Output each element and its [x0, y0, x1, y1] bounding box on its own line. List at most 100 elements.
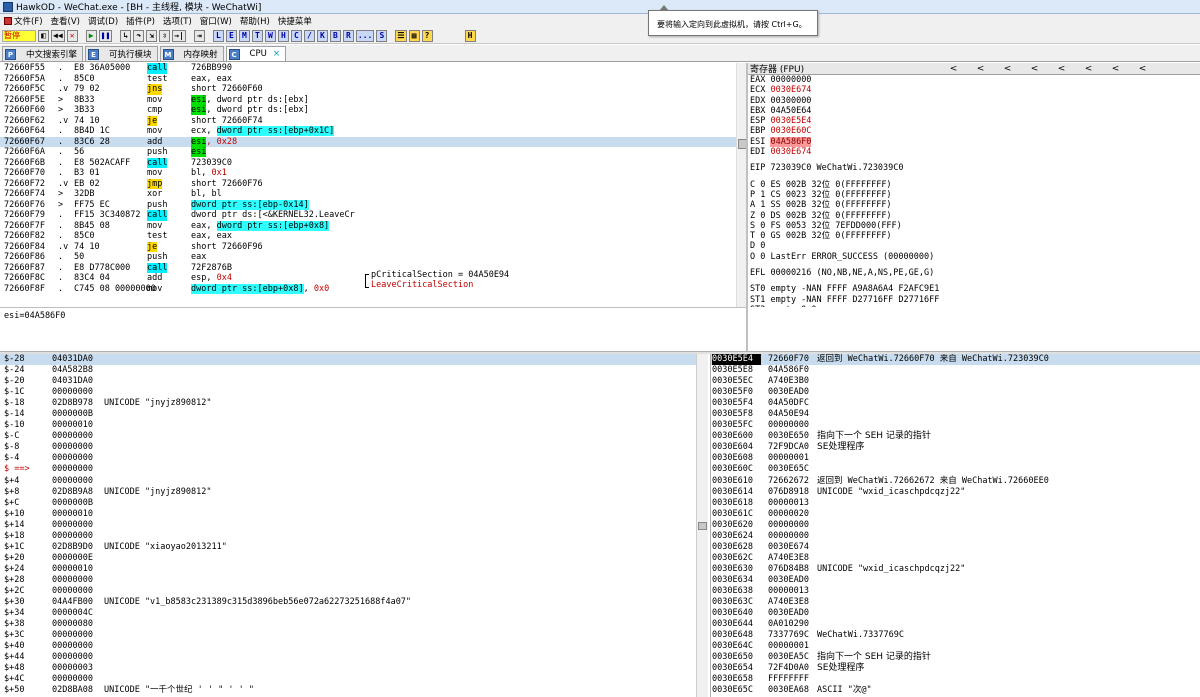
stack-row[interactable]: 0030E634 0030EAD0	[711, 575, 1200, 586]
locals-row[interactable]: $+4 00000000	[0, 476, 708, 487]
toolbar-window-button[interactable]: T	[251, 29, 263, 42]
toolbar-window-button[interactable]: B	[329, 29, 341, 42]
close-icon[interactable]: ✕	[66, 29, 78, 42]
toolbar-window-button[interactable]: R	[342, 29, 354, 42]
locals-row[interactable]: $+44 00000000	[0, 652, 708, 663]
stack-row[interactable]: 0030E654 72F4D0A0 SE处理程序	[711, 663, 1200, 674]
stack-row[interactable]: 0030E610 72662672 返回到 WeChatWi.72662672 来自…	[711, 476, 1200, 487]
register-row[interactable]: EBX 04A50E64	[748, 106, 1200, 116]
flag-row[interactable]: S 0 FS 0053 32位 7EFDD000(FFF)	[748, 221, 1200, 231]
disasm-row[interactable]: 72660F60 >3B33 cmp esi, dword ptr ds:[ebx]	[0, 105, 746, 116]
registers-nav-arrow[interactable]: <	[1075, 64, 1102, 74]
menu-item[interactable]: 选项(T)	[163, 15, 192, 27]
stack-row[interactable]: 0030E644 0A010290	[711, 619, 1200, 630]
registers-nav-arrow[interactable]: <	[1102, 64, 1129, 74]
locals-pane[interactable]: $-28 04031DA0 $-24 04A582B8 $-20 04031DA0 $-1C…	[0, 354, 708, 697]
locals-row[interactable]: $-4 00000000	[0, 453, 708, 464]
locals-row[interactable]: $+48 00000003	[0, 663, 708, 674]
register-row[interactable]: EAX 00000000	[748, 75, 1200, 85]
stack-row[interactable]: 0030E5FC 00000000	[711, 420, 1200, 431]
registers-nav-arrow[interactable]: <	[1021, 64, 1048, 74]
flag-row[interactable]: O 0 LastErr ERROR_SUCCESS (00000000)	[748, 252, 1200, 262]
registers-nav-arrow[interactable]: <	[967, 64, 994, 74]
fpu-row[interactable]: ST2 empty 0.0	[748, 305, 1200, 307]
menu-item[interactable]: 查看(V)	[51, 15, 80, 27]
open-icon[interactable]: ◧	[38, 29, 49, 42]
stack-row[interactable]: 0030E640 0030EAD0	[711, 608, 1200, 619]
locals-row[interactable]: $-18 02D8B978 UNICODE "jnyjz890812"	[0, 398, 708, 409]
locals-row[interactable]: $+3C 00000000	[0, 630, 708, 641]
stack-row[interactable]: 0030E5E4 72660F70 返回到 WeChatWi.72660F70 来自…	[711, 354, 1200, 366]
stack-row[interactable]: 0030E614 076D8918 UNICODE "wxid_icaschpdcq…	[711, 487, 1200, 498]
stack-row[interactable]: 0030E62C A740E3E8	[711, 553, 1200, 564]
disasm-row[interactable]: 72660F5E >8B33 mov esi, dword ptr ds:[ebx]	[0, 94, 746, 106]
stack-row[interactable]: 0030E64C 00000001	[711, 641, 1200, 652]
disasm-row[interactable]: 72660F5A. 85C0 test eax, eax	[0, 74, 746, 85]
disasm-row[interactable]: 72660F67. 83C6 28 add esi, 0x28	[0, 136, 746, 147]
flag-row[interactable]: D 0	[748, 241, 1200, 251]
disasm-row[interactable]: 72660F6B. E8 502ACAFF call 723039C0	[0, 157, 746, 168]
toolbar-window-button[interactable]: ...	[355, 29, 375, 42]
stack-row[interactable]: 0030E624 00000000	[711, 531, 1200, 542]
locals-row[interactable]: $+14 00000000	[0, 520, 708, 531]
eip-register[interactable]: EIP 723039C0 WeChatWi.723039C0	[748, 163, 1200, 173]
menu-item[interactable]: 帮助(H)	[240, 15, 270, 27]
stack-row[interactable]: 0030E628 0030E674	[711, 542, 1200, 553]
restart-icon[interactable]: ◀◀	[51, 29, 65, 42]
goto-icon[interactable]: ⇥	[193, 29, 205, 42]
stack-row[interactable]: 0030E630 076D84B8 UNICODE "wxid_icaschpdcq…	[711, 564, 1200, 575]
flag-row[interactable]: Z 0 DS 002B 32位 0(FFFFFFFF)	[748, 211, 1200, 221]
disasm-row[interactable]: 72660F79. FF15 3C340872 call dword ptr ds:[…	[0, 210, 746, 221]
register-row[interactable]: EDI 0030E674	[748, 147, 1200, 157]
efl-register[interactable]: EFL 00000216 (NO,NB,NE,A,NS,PE,GE,G)	[748, 268, 1200, 278]
locals-row[interactable]: $+30 04A4FB00 UNICODE "v1_b8583c231389c315…	[0, 597, 708, 608]
register-row[interactable]: EDX 00300000	[748, 96, 1200, 106]
locals-row[interactable]: $-28 04031DA0	[0, 354, 708, 366]
toolbar-window-button[interactable]: H	[277, 29, 289, 42]
tab-item[interactable]: M 内存映射	[159, 46, 224, 61]
locals-row[interactable]: $-24 04A582B8	[0, 365, 708, 376]
stack-row[interactable]: 0030E61C 00000020	[711, 509, 1200, 520]
locals-row[interactable]: $-1C 00000000	[0, 387, 708, 398]
scrollbar-thumb[interactable]	[698, 522, 707, 530]
stack-row[interactable]: 0030E608 00000001	[711, 453, 1200, 464]
toolbar-window-button[interactable]: L	[212, 29, 224, 42]
stack-row[interactable]: 0030E5F8 04A50E94	[711, 409, 1200, 420]
register-row[interactable]: ESI 04A586F0	[748, 136, 1200, 147]
menu-item[interactable]: 快捷菜单	[278, 15, 312, 27]
disasm-row[interactable]: 72660F86. 50 push eax	[0, 252, 746, 263]
toolbar-window-button[interactable]: S	[376, 29, 388, 42]
disasm-row[interactable]: 72660F74 >32DB xor bl, bl	[0, 189, 746, 200]
registers-pane[interactable]: 寄存器 (FPU) < < < < < < < < EAX 00000000 ECX 0030E…	[748, 63, 1200, 307]
locals-row[interactable]: $+C 0000000B	[0, 498, 708, 509]
stack-row[interactable]: 0030E65C 0030EA68 ASCII "次@"	[711, 685, 1200, 696]
locals-row[interactable]: $-C 00000000	[0, 431, 708, 442]
register-row[interactable]: ESP 0030E5E4	[748, 116, 1200, 126]
locals-row[interactable]: $-8 00000000	[0, 442, 708, 453]
disasm-row[interactable]: 72660F62 .v 74 10 je short 72660F74	[0, 115, 746, 126]
stack-row[interactable]: 0030E658 FFFFFFFF	[711, 674, 1200, 685]
fpu-row[interactable]: ST0 empty -NAN FFFF A9A8A6A4 F2AFC9E1	[748, 284, 1200, 294]
register-row[interactable]: EBP 0030E60C	[748, 126, 1200, 136]
flag-row[interactable]: C 0 ES 002B 32位 0(FFFFFFFF)	[748, 180, 1200, 190]
toolbar-window-button[interactable]: M	[238, 29, 250, 42]
locals-row[interactable]: $-14 0000000B	[0, 409, 708, 420]
locals-row[interactable]: $-10 00000010	[0, 420, 708, 431]
grid-icon[interactable]: ▦	[408, 29, 420, 42]
trace-into-icon[interactable]: ⇲	[146, 29, 158, 42]
locals-row[interactable]: $+4C 00000000	[0, 674, 708, 685]
stack-row[interactable]: 0030E5EC A740E3B0	[711, 376, 1200, 387]
locals-scrollbar[interactable]	[696, 354, 708, 697]
registers-nav-arrow[interactable]: <	[994, 64, 1021, 74]
flag-row[interactable]: P 1 CS 0023 32位 0(FFFFFFFF)	[748, 190, 1200, 200]
step-into-icon[interactable]: ↳	[120, 29, 132, 42]
pause-icon[interactable]: ❚❚	[98, 29, 113, 42]
stack-row[interactable]: 0030E604 72F9DCA0 SE处理程序	[711, 442, 1200, 453]
registers-nav-arrow[interactable]: <	[1129, 64, 1156, 74]
tab-item[interactable]: C CPU ×	[225, 46, 286, 61]
locals-row[interactable]: $ ==> 00000000	[0, 464, 708, 475]
disasm-row[interactable]: 72660F6A. 56 push esi	[0, 147, 746, 158]
step-over-icon[interactable]: ↷	[133, 29, 145, 42]
disasm-row[interactable]: 72660F76 > FF75 EC push dword ptr ss:[ebp-0x…	[0, 199, 746, 211]
locals-row[interactable]: $+18 00000000	[0, 531, 708, 542]
